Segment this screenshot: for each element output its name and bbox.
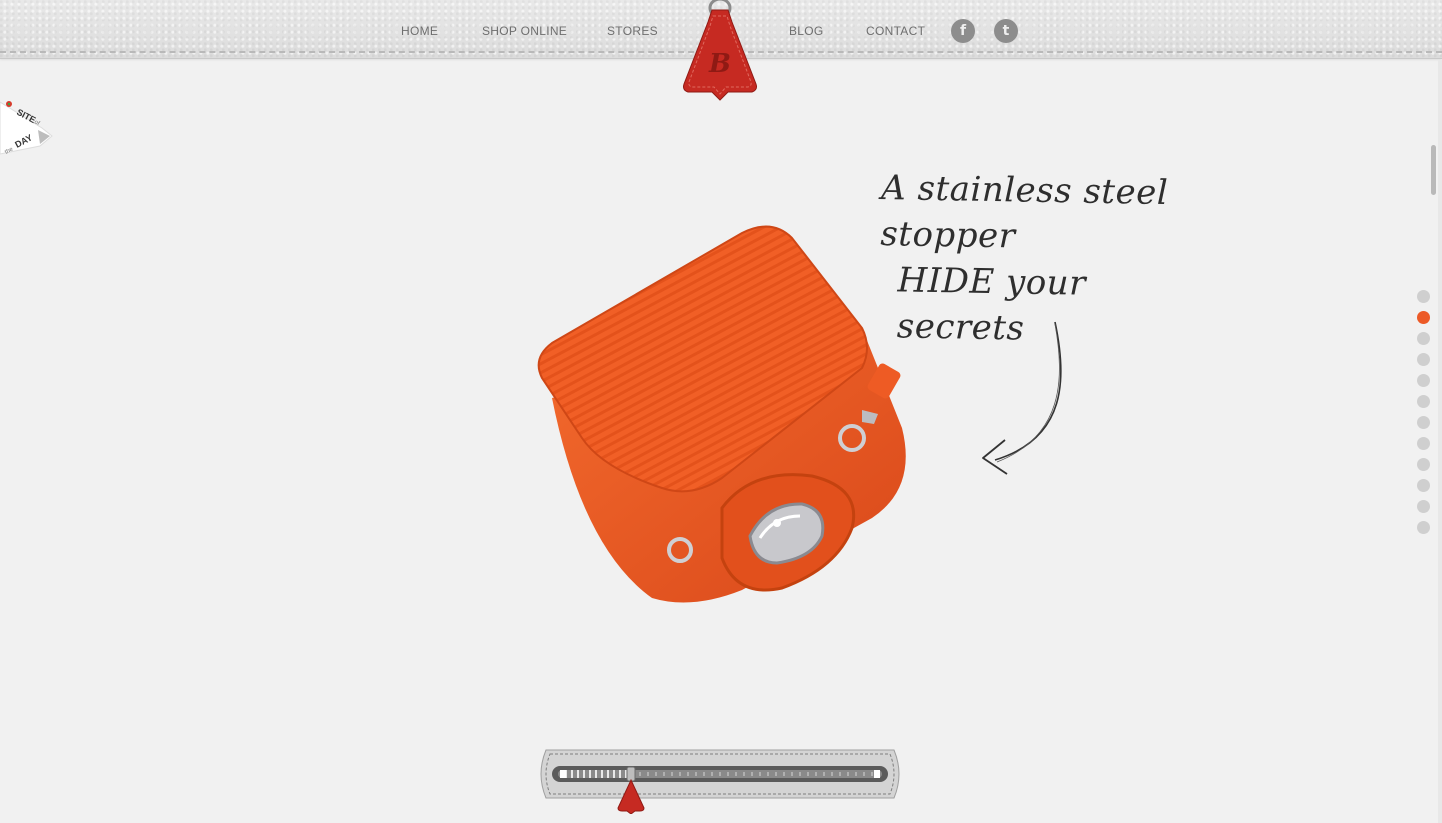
facebook-icon[interactable]: f — [951, 19, 975, 43]
pager-dot[interactable] — [1417, 500, 1430, 513]
pager-dot[interactable] — [1417, 374, 1430, 387]
nav-shop-online[interactable]: SHOP ONLINE — [482, 24, 567, 38]
nav-stores[interactable]: STORES — [607, 24, 658, 38]
orange-bag-image — [537, 225, 906, 603]
pager-dot[interactable] — [1417, 521, 1430, 534]
pager-dot[interactable] — [1417, 458, 1430, 471]
pager-dot[interactable] — [1417, 332, 1430, 345]
hero-line-1: A stainless steel stopper — [880, 168, 1169, 257]
logo-tag[interactable]: B — [682, 0, 758, 102]
pager-dot[interactable] — [1417, 395, 1430, 408]
scroll-track — [1438, 60, 1442, 823]
arrow-icon — [982, 321, 1062, 475]
section-pager — [1417, 290, 1431, 542]
pager-dot[interactable] — [1417, 479, 1430, 492]
scrollbar-thumb[interactable] — [1431, 145, 1436, 195]
nav-contact[interactable]: CONTACT — [866, 24, 925, 38]
nav-blog[interactable]: BLOG — [789, 24, 824, 38]
pager-dot[interactable] — [1417, 290, 1430, 303]
twitter-icon[interactable]: t — [994, 19, 1018, 43]
site-of-the-day-badge[interactable]: SITE of the DAY — [0, 92, 60, 162]
nav-home[interactable]: HOME — [401, 24, 438, 38]
pager-dot[interactable] — [1417, 416, 1430, 429]
pager-dot-active[interactable] — [1417, 311, 1430, 324]
pager-dot[interactable] — [1417, 353, 1430, 366]
zipper-scroll-control[interactable] — [536, 748, 904, 814]
logo-letter: B — [708, 49, 731, 79]
pager-dot[interactable] — [1417, 437, 1430, 450]
